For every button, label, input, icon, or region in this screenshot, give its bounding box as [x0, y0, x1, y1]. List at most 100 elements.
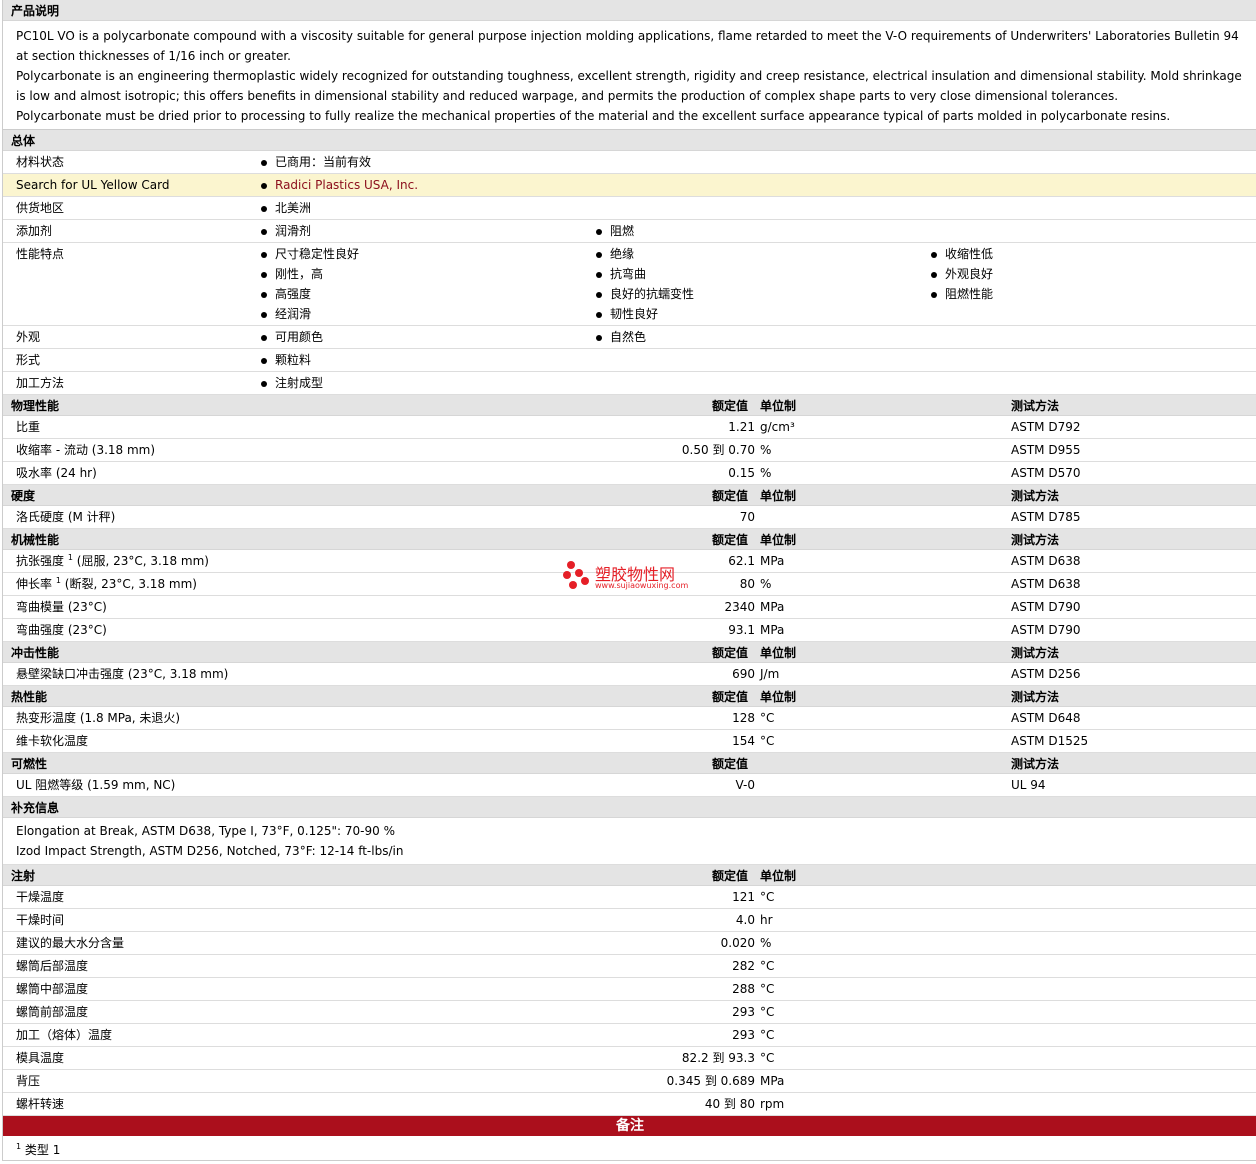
bullet-item: 北美洲	[259, 197, 311, 217]
product-description: PC10L VO is a polycarbonate compound wit…	[3, 21, 1256, 130]
property-unit: °C	[760, 959, 775, 973]
section-title: 补充信息	[11, 801, 60, 815]
bullet-item: 外观良好	[929, 263, 993, 283]
bullet-column: 颗粒料	[259, 349, 311, 369]
property-unit: hr	[760, 913, 773, 927]
bullet-item: 良好的抗蠕变性	[594, 283, 694, 303]
column-header-test: 测试方法	[1011, 489, 1060, 503]
property-value: 0.50 到 0.70	[681, 443, 755, 457]
property-unit: °C	[760, 1051, 775, 1065]
property-name: 弯曲模量 (23°C)	[16, 600, 107, 614]
test-method: ASTM D792	[1011, 420, 1081, 434]
bullet-item: 高强度	[259, 283, 359, 303]
property-label: 伸长率 1 (断裂, 23°C, 3.18 mm)	[16, 573, 197, 595]
property-label: 悬壁梁缺口冲击强度 (23°C, 3.18 mm)	[16, 663, 228, 685]
test-method: ASTM D570	[1011, 466, 1081, 480]
property-value: 128	[732, 711, 755, 725]
property-value: 0.15	[728, 466, 755, 480]
property-name: 比重	[16, 420, 41, 434]
property-unit: MPa	[760, 623, 785, 637]
section-header-product: 产品说明	[3, 0, 1256, 21]
section-title: 机械性能	[11, 533, 60, 547]
property-label: 干燥温度	[16, 886, 64, 908]
description-paragraph: Polycarbonate is an engineering thermopl…	[16, 69, 1242, 103]
general-label[interactable]: Search for UL Yellow Card	[16, 174, 169, 196]
section-header-flammability: 可燃性 额定值 测试方法	[3, 753, 1256, 774]
bullet-item: 经润滑	[259, 303, 359, 323]
property-name: 热变形温度 (1.8 MPa, 未退火)	[16, 711, 181, 725]
property-name: 螺筒前部温度	[16, 1005, 89, 1019]
property-label: 收缩率 - 流动 (3.18 mm)	[16, 439, 155, 461]
property-value: 0.345 到 0.689	[666, 1074, 755, 1088]
property-value: 70	[739, 510, 755, 524]
property-label: 干燥时间	[16, 909, 64, 931]
property-unit: °C	[760, 890, 775, 904]
general-label: 形式	[16, 353, 41, 367]
property-name: 悬壁梁缺口冲击强度 (23°C, 3.18 mm)	[16, 667, 229, 681]
supplement-line: Izod Impact Strength, ASTM D256, Notched…	[16, 844, 404, 858]
general-row: 添加剂 润滑剂 阻燃	[3, 220, 1256, 243]
test-method: ASTM D790	[1011, 623, 1081, 637]
property-name: 建议的最大水分含量	[16, 936, 125, 950]
column-header-unit: 单位制	[760, 869, 797, 883]
general-row: 加工方法 注射成型	[3, 372, 1256, 395]
property-name: 干燥时间	[16, 913, 65, 927]
bullet-item: 收缩性低	[929, 243, 993, 263]
general-rows: 材料状态 已商用：当前有效 Search for UL Yellow Card Rad…	[3, 151, 1256, 395]
property-label: 螺筒中部温度	[16, 978, 88, 1000]
property-label: 洛氏硬度 (M 计秤)	[16, 506, 115, 528]
bullet-item: 阻燃性能	[929, 283, 993, 303]
property-row: 收缩率 - 流动 (3.18 mm) 0.50 到 0.70% ASTM D955	[3, 439, 1256, 462]
section-title: 总体	[11, 134, 36, 148]
property-value: 293	[732, 1005, 755, 1019]
test-method: ASTM D638	[1011, 577, 1081, 591]
column-header-unit: 单位制	[760, 646, 797, 660]
general-row: 性能特点 尺寸稳定性良好 刚性，高 高强度 经润滑 绝缘 抗弯曲 良好的抗蠕变性 韧性良好 收缩性…	[3, 243, 1256, 326]
general-label: 外观	[16, 330, 41, 344]
section-header-thermal: 热性能 额定值 单位制 测试方法	[3, 686, 1256, 707]
property-row: 悬壁梁缺口冲击强度 (23°C, 3.18 mm) 690 J/m ASTM D256	[3, 663, 1256, 686]
property-name: 洛氏硬度 (M 计秤)	[16, 510, 116, 524]
ul-yellow-card-link[interactable]: Radici Plastics USA, Inc.	[259, 174, 418, 194]
property-value: 62.1	[728, 554, 755, 568]
bullet-item: 注射成型	[259, 372, 323, 392]
column-header-value: 额定值	[712, 399, 749, 413]
property-label: 弯曲强度 (23°C)	[16, 619, 107, 641]
property-value: 293	[732, 1028, 755, 1042]
property-value: 121	[732, 890, 755, 904]
column-header-test: 测试方法	[1011, 399, 1060, 413]
property-condition: (屈服, 23°C, 3.18 mm)	[76, 554, 209, 568]
property-name: 收缩率 - 流动 (3.18 mm)	[16, 443, 156, 457]
column-header-unit: 单位制	[760, 489, 797, 503]
property-label: 螺筒前部温度	[16, 1001, 88, 1023]
property-name: 吸水率 (24 hr)	[16, 466, 97, 480]
property-label: 热变形温度 (1.8 MPa, 未退火)	[16, 707, 180, 729]
property-row: 模具温度 82.2 到 93.3 °C	[3, 1047, 1256, 1070]
property-unit: %	[760, 466, 772, 480]
column-header-value: 额定值	[712, 533, 749, 547]
property-label: 加工（熔体）温度	[16, 1024, 112, 1046]
footnote-ref: 1	[67, 553, 73, 562]
property-name: 伸长率	[16, 577, 53, 591]
section-title: 热性能	[11, 690, 48, 704]
bullet-item: 韧性良好	[594, 303, 694, 323]
column-header-test: 测试方法	[1011, 690, 1060, 704]
property-name: 螺筒中部温度	[16, 982, 89, 996]
column-header-value: 额定值	[712, 757, 749, 771]
test-method: ASTM D1525	[1011, 734, 1089, 748]
bullet-column: 收缩性低 外观良好 阻燃性能	[929, 243, 993, 303]
property-row: 加工（熔体）温度 293 °C	[3, 1024, 1256, 1047]
section-title: 冲击性能	[11, 646, 60, 660]
property-name: 加工（熔体）温度	[16, 1028, 113, 1042]
section-title: 物理性能	[11, 399, 60, 413]
property-value: 80	[739, 577, 755, 591]
property-row: 热变形温度 (1.8 MPa, 未退火) 128 °C ASTM D648	[3, 707, 1256, 730]
property-name: 维卡软化温度	[16, 734, 89, 748]
section-title: 硬度	[11, 489, 36, 503]
bullet-item: 刚性，高	[259, 263, 359, 283]
general-row: Search for UL Yellow Card Radici Plastics…	[3, 174, 1256, 197]
section-header-hardness: 硬度 额定值 单位制 测试方法	[3, 485, 1256, 506]
general-row: 材料状态 已商用：当前有效	[3, 151, 1256, 174]
footnote-ref: 1	[55, 576, 61, 585]
general-label: 供货地区	[16, 201, 65, 215]
